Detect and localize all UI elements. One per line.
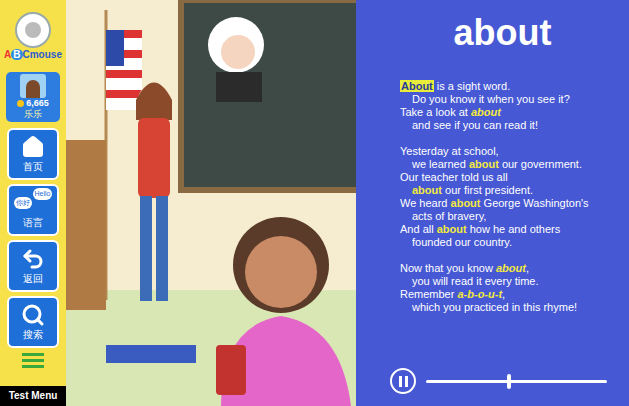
rhyme-line: Do you know it when you see it? <box>400 93 623 106</box>
rhyme-line: Our teacher told us all <box>400 171 623 184</box>
rhyme-text: About is a sight word.Do you know it whe… <box>356 80 629 314</box>
rhyme-line: Yesterday at school, <box>400 145 623 158</box>
sidebar-button[interactable]: 返回 <box>7 240 59 292</box>
text: Do you know it when you see it? <box>412 93 570 105</box>
coin-icon <box>17 100 24 107</box>
stanza: About is a sight word.Do you know it whe… <box>400 80 623 132</box>
text: And all <box>400 223 437 235</box>
speech-bubble: 你好 <box>14 197 32 209</box>
text: and see if you can read it! <box>412 119 538 131</box>
rhyme-line: and see if you can read it! <box>400 119 623 132</box>
back-icon <box>21 247 45 271</box>
text: we learned <box>412 158 469 170</box>
sight-word: about <box>469 158 499 170</box>
sidebar-button-label: 搜索 <box>23 329 43 341</box>
sidebar-button[interactable]: 首页 <box>7 128 59 180</box>
text: We heard <box>400 197 451 209</box>
rhyme-line: which you practiced in this rhyme! <box>400 301 623 314</box>
logo: ABCmouse <box>4 0 62 72</box>
sight-word: about <box>412 184 442 196</box>
rhyme-line: you will read it every time. <box>400 275 623 288</box>
home-icon <box>21 135 45 159</box>
audio-player <box>356 366 629 396</box>
rhyme-line: Now that you know about, <box>400 262 623 275</box>
sight-word: a-b-o-u-t <box>457 288 502 300</box>
sidebar-button[interactable]: 你好Hello 语言 <box>7 184 59 236</box>
logo-text: ABCmouse <box>4 49 62 61</box>
text: Remember <box>400 288 457 300</box>
search-icon <box>21 303 45 327</box>
app: ABCmouse 6,665乐乐首页你好Hello 语言返回搜索 Test Menu a… <box>0 0 629 406</box>
sight-word: about <box>471 106 501 118</box>
rhyme-line: founded our country. <box>400 236 623 249</box>
text: Now that you know <box>400 262 496 274</box>
text: Take a look at <box>400 106 471 118</box>
profile-name: 乐乐 <box>24 109 42 120</box>
rhyme-line: Take a look at about <box>400 106 623 119</box>
rhyme-line: Remember a-b-o-u-t, <box>400 288 623 301</box>
test-menu-button[interactable]: Test Menu <box>0 386 66 406</box>
language-icon: 你好Hello <box>14 191 53 215</box>
speech-bubble: Hello <box>33 188 53 200</box>
text: you will read it every time. <box>412 275 539 287</box>
text: which you practiced in this rhyme! <box>412 301 577 313</box>
text: our first president. <box>442 184 533 196</box>
menu-icon[interactable] <box>22 353 44 368</box>
stanza: Now that you know about,you will read it… <box>400 262 623 314</box>
coin-count: 6,665 <box>17 98 49 109</box>
text: , <box>526 262 529 274</box>
text: Our teacher told us all <box>400 171 508 183</box>
rhyme-line: We heard about George Washington's <box>400 197 623 210</box>
rhyme-panel: aboutAbout is a sight word.Do you know i… <box>356 0 629 406</box>
sight-word: about <box>496 262 526 274</box>
sight-word: about <box>437 223 467 235</box>
sidebar-button[interactable]: 搜索 <box>7 296 59 348</box>
panel-title: about <box>356 0 629 54</box>
text: Yesterday at school, <box>400 145 499 157</box>
sidebar-nav: 首页你好Hello 语言返回搜索 <box>7 128 59 348</box>
progress-slider[interactable] <box>426 380 607 383</box>
text: founded our country. <box>412 236 512 248</box>
rhyme-line: About is a sight word. <box>400 80 623 93</box>
rhyme-line: And all about how he and others <box>400 223 623 236</box>
text: George Washington's <box>481 197 589 209</box>
sidebar-button-label: 返回 <box>23 273 43 285</box>
text: is a sight word. <box>434 80 510 92</box>
story-illustration <box>66 0 356 406</box>
rhyme-line: about our first president. <box>400 184 623 197</box>
rhyme-line: acts of bravery, <box>400 210 623 223</box>
avatar-icon <box>20 74 46 98</box>
stanza: Yesterday at school,we learned about our… <box>400 145 623 249</box>
slider-thumb[interactable] <box>507 374 511 389</box>
text: , <box>502 288 505 300</box>
text: acts of bravery, <box>412 210 486 222</box>
classroom-illustration <box>66 0 356 406</box>
sidebar: ABCmouse 6,665乐乐首页你好Hello 语言返回搜索 Test Menu <box>0 0 66 406</box>
mouse-logo-icon <box>15 12 51 48</box>
text: how he and others <box>467 223 561 235</box>
pause-icon <box>399 376 402 387</box>
sidebar-button-label: 首页 <box>23 161 43 173</box>
current-word: About <box>400 80 434 92</box>
sight-word: about <box>451 197 481 209</box>
pause-button[interactable] <box>390 368 416 394</box>
sidebar-button-label: 语言 <box>23 217 43 229</box>
rhyme-line: we learned about our government. <box>400 158 623 171</box>
text: our government. <box>499 158 582 170</box>
profile-card[interactable]: 6,665乐乐 <box>6 72 60 122</box>
